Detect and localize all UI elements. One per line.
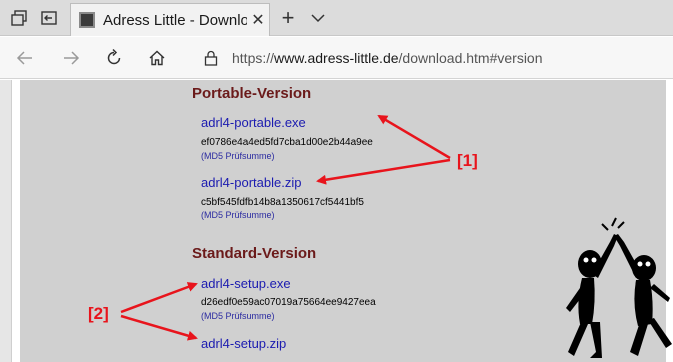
annotation-arrow-2b (120, 314, 198, 341)
annotation-arrow-1a (377, 114, 451, 160)
high-five-figures-illustration (566, 217, 672, 358)
annotation-arrow-2a (120, 282, 198, 314)
annotation-label-2: [2] (88, 304, 109, 323)
annotation-label-1: [1] (457, 151, 478, 170)
annotation-arrow-1b (316, 158, 451, 185)
